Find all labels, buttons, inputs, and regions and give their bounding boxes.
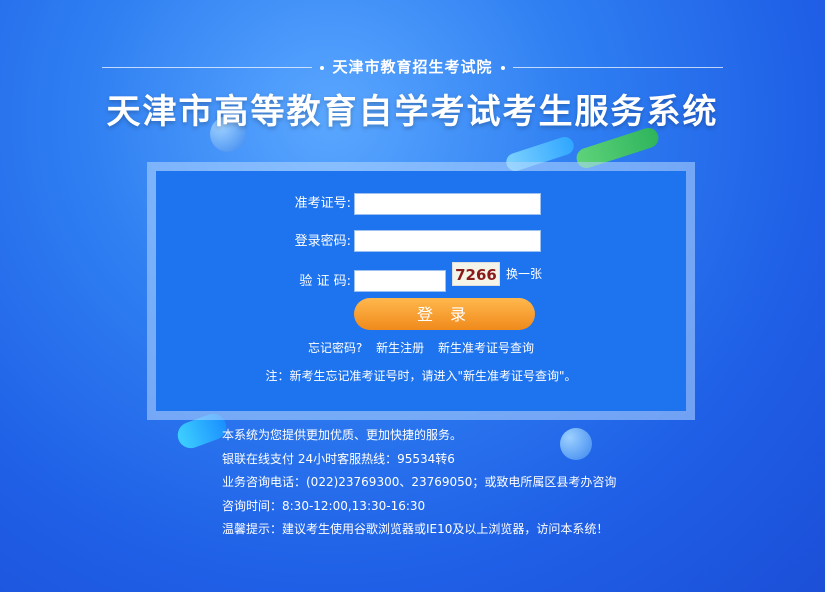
info-line: 银联在线支付 24小时客服热线：95534转6 bbox=[222, 451, 455, 466]
info-section: 本系统为您提供更加优质、更加快捷的服务。 银联在线支付 24小时客服热线：955… bbox=[222, 424, 616, 542]
info-line: 温馨提示：建议考生使用谷歌浏览器或IE10及以上浏览器，访问本系统！ bbox=[222, 522, 609, 536]
divider-left bbox=[102, 67, 313, 68]
page-title: 天津市高等教育自学考试考生服务系统 bbox=[106, 92, 719, 132]
info-line: 咨询时间：8:30-12:00,13:30-16:30 bbox=[222, 498, 426, 513]
dot bbox=[320, 65, 325, 70]
password-label: 登录密码: bbox=[294, 234, 351, 249]
info-line: 业务咨询电话：(022)23769300、23769050；或致电所属区县考办咨… bbox=[222, 475, 617, 489]
captcha-input[interactable] bbox=[354, 270, 446, 292]
ticket-label: 准考证号: bbox=[294, 196, 351, 211]
ticket-number-input[interactable] bbox=[354, 193, 541, 215]
info-line: 本系统为您提供更加优质、更加快捷的服务。 bbox=[222, 428, 463, 442]
captcha-image[interactable]: 7266 bbox=[452, 262, 500, 286]
captcha-label: 验 证 码: bbox=[299, 274, 351, 289]
password-input[interactable] bbox=[354, 230, 541, 252]
divider-right bbox=[512, 67, 723, 68]
captcha-refresh-link[interactable]: 换一张 bbox=[506, 262, 542, 286]
dot bbox=[500, 65, 505, 70]
org-title: 天津市教育招生考试院 bbox=[0, 56, 825, 77]
login-panel: 准考证号: 登录密码: 验 证 码: 7266 换一张 登 录 忘记密码? 新生… bbox=[156, 171, 686, 411]
forgot-password-link[interactable]: 忘记密码? bbox=[308, 341, 362, 355]
ticket-query-link[interactable]: 新生准考证号查询 bbox=[438, 341, 534, 355]
new-register-link[interactable]: 新生注册 bbox=[376, 341, 424, 355]
org-name: 天津市教育招生考试院 bbox=[332, 58, 493, 76]
notice-text: 注：新考生忘记准考证号时，请进入"新生准考证号查询"。 bbox=[265, 369, 577, 383]
auxiliary-links: 忘记密码? 新生注册 新生准考证号查询 bbox=[156, 339, 686, 356]
login-button[interactable]: 登 录 bbox=[354, 298, 535, 330]
login-panel-frame: 准考证号: 登录密码: 验 证 码: 7266 换一张 登 录 忘记密码? 新生… bbox=[147, 162, 695, 420]
